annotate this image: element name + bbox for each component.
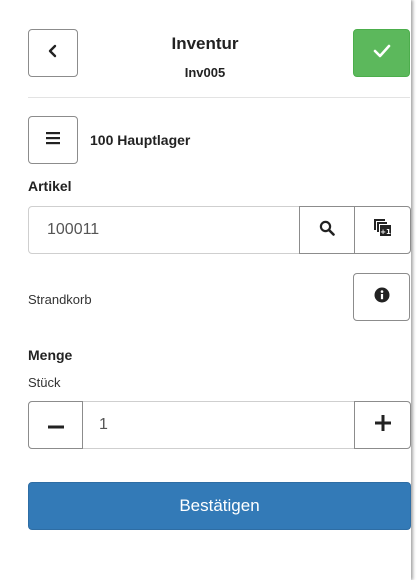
- confirm-submit-button[interactable]: Bestätigen: [28, 482, 411, 530]
- quantity-decrement-button[interactable]: [28, 401, 83, 449]
- warehouse-menu-button[interactable]: [28, 116, 78, 164]
- article-copy-plus-button[interactable]: +1: [354, 206, 411, 254]
- quantity-stepper: 1: [28, 401, 411, 449]
- chevron-left-icon: [46, 43, 60, 64]
- quantity-input[interactable]: 1: [99, 416, 108, 434]
- minus-icon: [47, 416, 64, 434]
- warehouse-label: 100 Hauptlager: [90, 132, 191, 148]
- confirm-check-button[interactable]: [353, 29, 410, 77]
- quantity-section-label: Menge: [28, 347, 73, 363]
- search-icon: [319, 220, 335, 241]
- article-input-group: 100011 +1: [28, 206, 411, 254]
- article-section-label: Artikel: [28, 178, 72, 194]
- app-frame: Inventur Inv005 100 Hauptlager Artikel 1…: [0, 0, 411, 580]
- article-info-button[interactable]: [353, 273, 410, 321]
- quantity-increment-button[interactable]: [354, 401, 411, 449]
- page-title: Inventur: [171, 34, 239, 53]
- article-input[interactable]: 100011: [47, 221, 99, 239]
- plus-icon: [374, 414, 391, 436]
- svg-text:+1: +1: [380, 228, 391, 236]
- copy-plus-one-icon: +1: [373, 218, 393, 243]
- article-search-button[interactable]: [299, 206, 355, 254]
- back-button[interactable]: [28, 29, 78, 77]
- hamburger-icon: [45, 131, 61, 150]
- check-icon: [373, 44, 391, 63]
- quantity-unit-label: Stück: [28, 375, 61, 390]
- article-description: Strandkorb: [28, 292, 92, 307]
- page-subtitle: Inv005: [184, 65, 226, 80]
- info-icon: [374, 287, 390, 308]
- header-divider: [28, 97, 410, 98]
